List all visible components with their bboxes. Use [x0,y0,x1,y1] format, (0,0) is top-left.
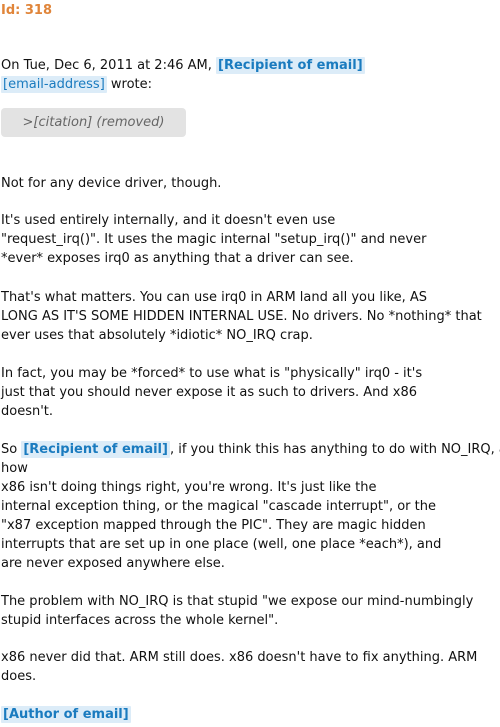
signature-line: [Author of email] [1,705,499,724]
body-line: ever uses that absolutely *idiotic* NO_I… [1,328,313,343]
quote-date-text: On Tue, Dec 6, 2011 at 2:46 AM, [1,58,212,73]
body-paragraph-1: Not for any device driver, though. [1,174,499,193]
body-line: *ever* exposes irq0 as anything that a d… [1,251,354,266]
body-line: are never exposed anywhere else. [1,556,225,571]
body-line: interrupts that are set up in one place … [1,537,442,552]
body-paragraph-3: That's what matters. You can use irq0 in… [1,288,499,345]
body-paragraph-4: In fact, you may be *forced* to use what… [1,364,499,421]
body-line: stupid interfaces across the whole kerne… [1,613,279,628]
recipient-tag: [Recipient of email] [216,57,365,74]
body-line: LONG AS IT'S SOME HIDDEN INTERNAL USE. N… [1,309,482,324]
body-paragraph-5: So [Recipient of email], if you think th… [1,440,500,573]
email-page: Id: 318 On Tue, Dec 6, 2011 at 2:46 AM, … [0,0,500,727]
body-line: The problem with NO_IRQ is that stupid "… [1,594,474,609]
quote-intro: On Tue, Dec 6, 2011 at 2:46 AM, [Recipie… [1,56,499,94]
body-line: "x87 exception mapped through the PIC". … [1,518,426,533]
quote-intro-line-2: [email-address] wrote: [1,75,499,94]
body-line: doesn't. [1,404,54,419]
body-line-suffix: , if you think this has anything to do w… [169,442,500,457]
body-line: internal exception thing, or the magical… [1,499,436,514]
body-line: x86 never did that. ARM still does. x86 … [1,650,478,665]
email-id-label: Id: 318 [1,3,53,18]
body-line: how [1,461,28,476]
body-line: In fact, you may be *forced* to use what… [1,366,423,381]
so-prefix: So [1,442,22,457]
signature: [Author of email] [1,705,499,724]
body-line: So [Recipient of email], if you think th… [1,440,500,459]
body-line: "request_irq()". It uses the magic inter… [1,232,427,247]
body-paragraph-6: The problem with NO_IRQ is that stupid "… [1,592,499,630]
author-tag: [Author of email] [1,706,131,723]
body-paragraph-2: It's used entirely internally, and it do… [1,211,499,268]
citation-removed-button[interactable]: >[citation] (removed) [1,108,186,137]
body-line: That's what matters. You can use irq0 in… [1,290,428,305]
wrote-text: wrote: [106,77,153,92]
body-line: does. [1,669,37,684]
body-line: Not for any device driver, though. [1,176,222,191]
body-paragraph-7: x86 never did that. ARM still does. x86 … [1,648,499,686]
email-address-tag: [email-address] [1,76,107,93]
body-line: It's used entirely internally, and it do… [1,213,336,228]
quote-intro-line-1: On Tue, Dec 6, 2011 at 2:46 AM, [Recipie… [1,56,499,75]
body-line: x86 isn't doing things right, you're wro… [1,480,377,495]
body-line: just that you should never expose it as … [1,385,418,400]
recipient-tag-inline: [Recipient of email] [21,441,170,458]
